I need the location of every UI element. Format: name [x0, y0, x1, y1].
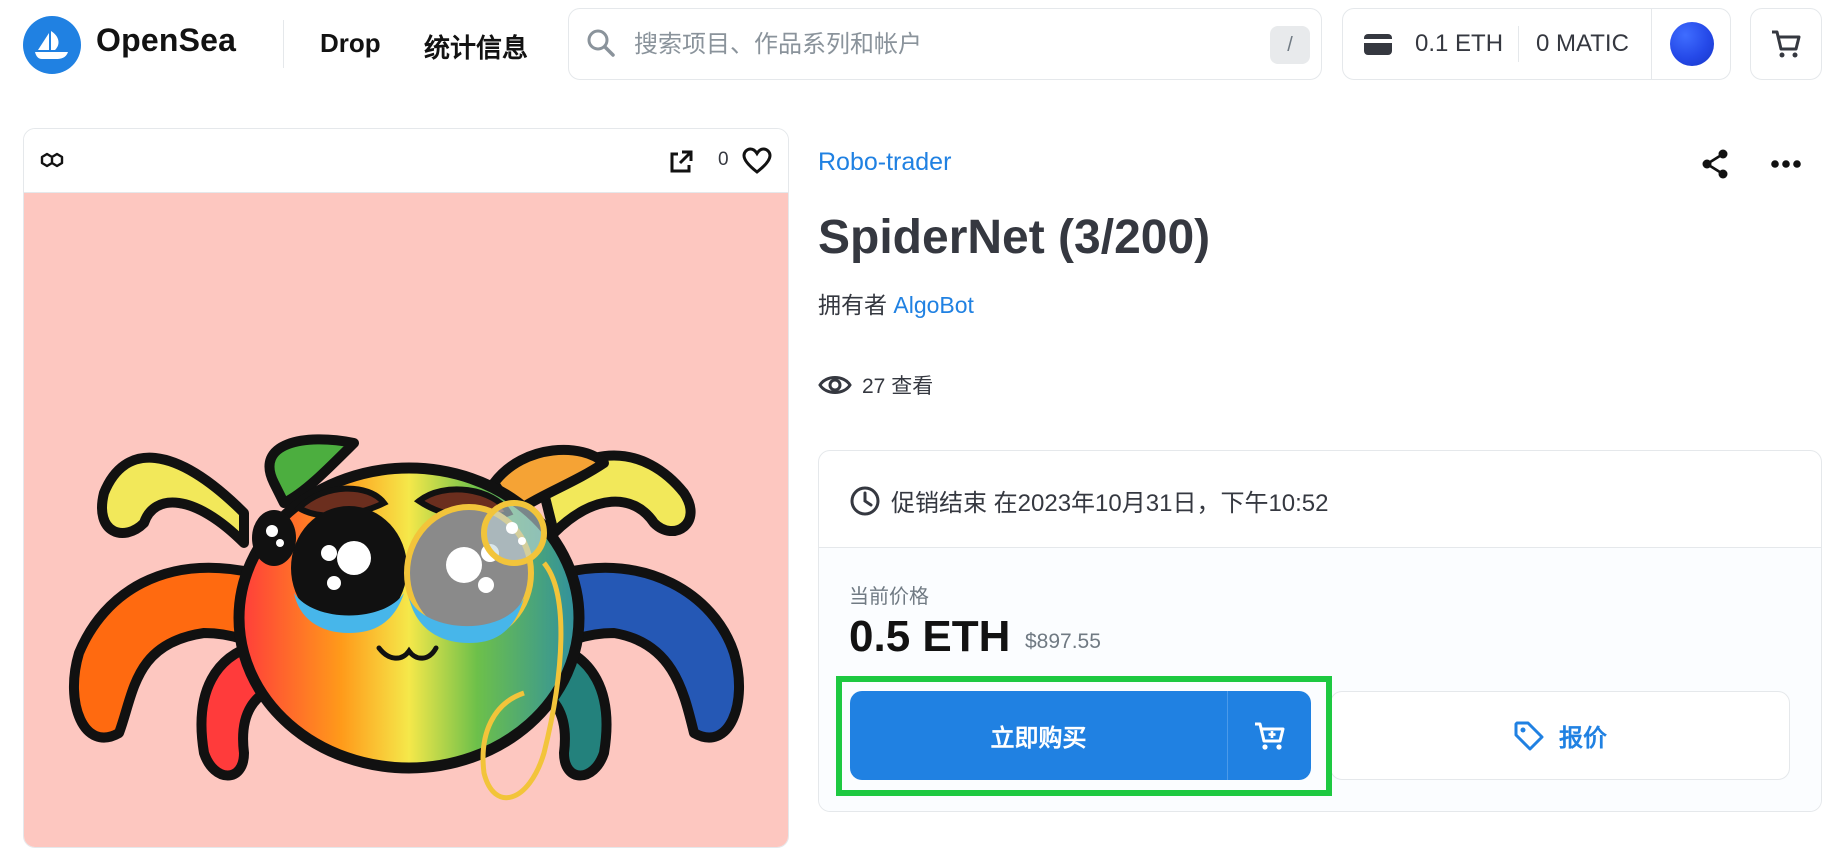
external-link-icon[interactable] [668, 149, 694, 180]
view-count: 27 查看 [818, 370, 933, 400]
current-price-label: 当前价格 [849, 586, 929, 608]
heart-icon[interactable] [742, 147, 772, 180]
nft-image-card: 0 [23, 128, 789, 848]
header-divider [283, 20, 284, 68]
cart-button[interactable] [1750, 8, 1822, 80]
offer-label: 报价 [1559, 725, 1607, 752]
share-icon[interactable] [1697, 146, 1733, 182]
collection-link[interactable]: Robo-trader [818, 148, 951, 177]
avatar[interactable] [1670, 22, 1714, 66]
sale-end-text: 促销结束 在2023年10月31日，下午10:52 [891, 490, 1329, 517]
more-icon[interactable] [1766, 146, 1806, 182]
tag-icon [1514, 721, 1544, 750]
nav-stats[interactable]: 统计信息 [424, 28, 528, 65]
balance-divider [1518, 26, 1519, 62]
sale-end-row: 促销结束 在2023年10月31日，下午10:52 [819, 451, 1821, 548]
view-count-text: 27 查看 [862, 375, 934, 398]
search-icon [584, 26, 618, 65]
eye-icon [818, 376, 852, 394]
image-card-toolbar: 0 [24, 129, 788, 193]
search-shortcut-badge: / [1270, 26, 1310, 64]
opensea-logo-icon[interactable] [23, 16, 81, 74]
buy-now-button[interactable]: 立即购买 [850, 691, 1227, 780]
matic-balance: 0 MATIC [1536, 30, 1629, 57]
favorite-count: 0 [718, 149, 729, 170]
wallet-avatar-divider [1651, 8, 1652, 80]
sale-end-info: 促销结束 在2023年10月31日，下午10:52 [849, 483, 1329, 518]
make-offer-button[interactable]: 报价 [1330, 691, 1790, 780]
current-price: 0.5 ETH [849, 612, 1011, 661]
clock-icon [850, 486, 880, 515]
cart-icon [1772, 30, 1801, 58]
owner-line: 拥有者 AlgoBot [818, 286, 974, 320]
logo-text[interactable]: OpenSea [96, 22, 236, 59]
owner-prefix: 拥有者 [818, 292, 887, 318]
search-input[interactable] [632, 24, 1256, 66]
nft-image[interactable] [24, 193, 788, 847]
item-title: SpiderNet (3/200) [818, 211, 1211, 264]
owner-link[interactable]: AlgoBot [893, 292, 974, 318]
nav-drop[interactable]: Drop [320, 28, 381, 59]
add-to-cart-button[interactable] [1228, 691, 1311, 780]
polygon-icon[interactable] [40, 149, 64, 176]
wallet-icon [1362, 28, 1394, 65]
eth-balance: 0.1 ETH [1415, 30, 1504, 57]
add-to-cart-icon [1254, 722, 1284, 750]
price-usd: $897.55 [1025, 630, 1101, 653]
